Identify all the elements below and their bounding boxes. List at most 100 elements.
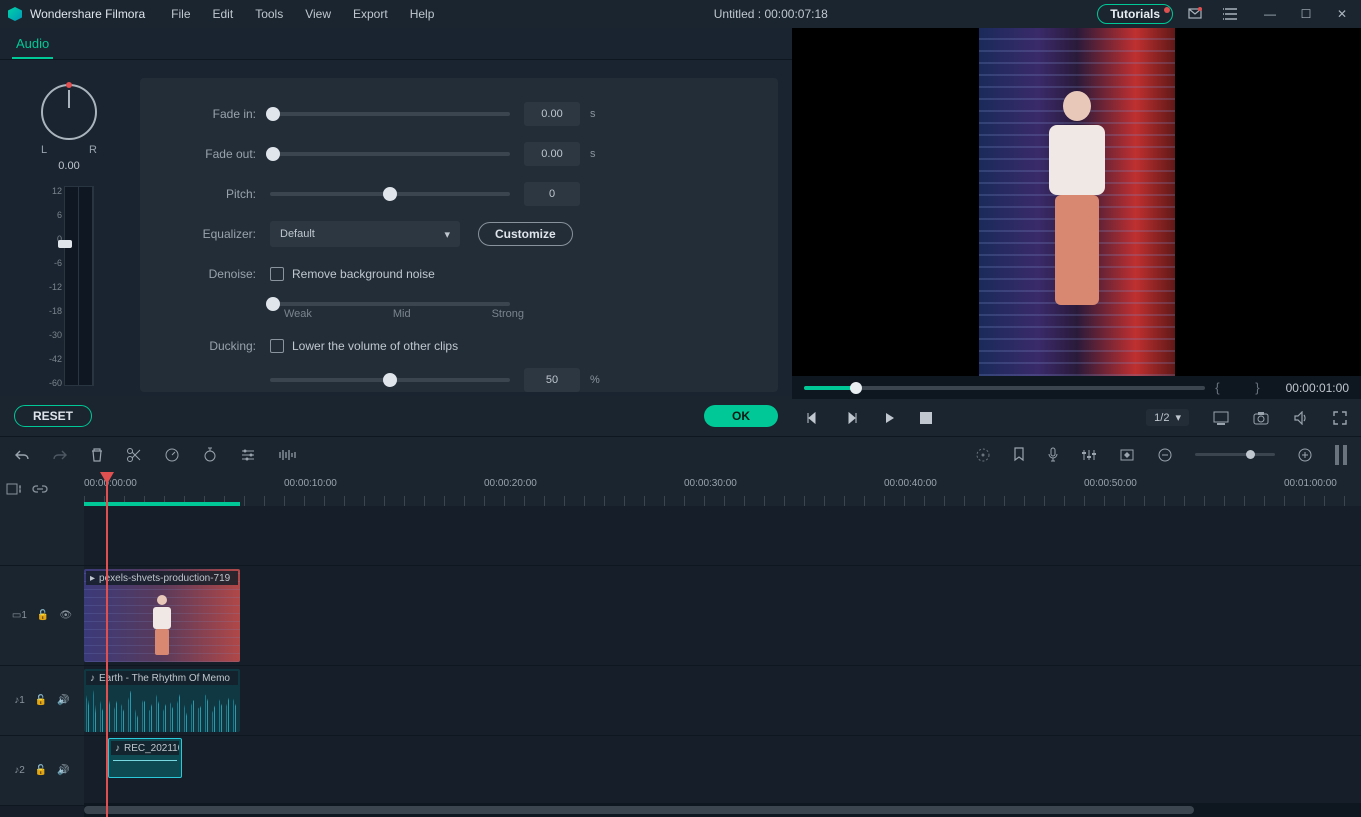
reset-button[interactable]: RESET <box>14 405 92 427</box>
preview-scrubber[interactable] <box>804 386 1205 390</box>
lock-icon[interactable]: 🔓 <box>37 610 49 621</box>
zoom-out-icon[interactable] <box>1157 447 1173 463</box>
mute-icon[interactable]: 🔊 <box>57 765 69 776</box>
music-note-icon: ♪ <box>115 743 120 754</box>
equalizer-select[interactable]: Default ▾ <box>270 221 460 247</box>
list-icon[interactable] <box>1223 7 1245 21</box>
redo-icon[interactable] <box>52 448 68 462</box>
marker-icon[interactable] <box>1013 447 1025 463</box>
video-track-1-head: ▭1 🔓 👁 <box>0 566 84 665</box>
mute-icon[interactable]: 🔊 <box>57 695 69 706</box>
denoise-checkbox-label: Remove background noise <box>292 267 435 281</box>
menu-view[interactable]: View <box>295 3 341 25</box>
volume-icon[interactable] <box>1293 411 1309 425</box>
split-icon[interactable] <box>126 447 142 463</box>
vu-meter <box>64 186 94 386</box>
volume-fader[interactable] <box>58 240 72 248</box>
pan-left-label: L <box>41 144 47 156</box>
stop-button[interactable] <box>920 412 932 424</box>
link-icon[interactable] <box>32 482 48 496</box>
project-title: Untitled : 00:00:07:18 <box>444 7 1097 21</box>
timeline: 00:00:00:00 00:00:10:00 00:00:20:00 00:0… <box>0 472 1361 817</box>
window-close-icon[interactable]: ✕ <box>1331 7 1353 21</box>
fade-in-label: Fade in: <box>140 107 270 121</box>
manage-tracks-icon[interactable] <box>6 482 22 496</box>
record-voiceover-icon[interactable] <box>1047 447 1059 463</box>
preview-viewport[interactable] <box>792 28 1361 376</box>
delete-icon[interactable] <box>90 447 104 463</box>
fade-out-value[interactable]: 0.00 <box>524 142 580 166</box>
fade-out-slider[interactable] <box>270 152 510 156</box>
timeline-zoom-slider[interactable] <box>1195 453 1275 456</box>
window-minimize-icon[interactable]: — <box>1259 7 1281 21</box>
music-note-icon: ♪ <box>90 673 95 684</box>
pitch-slider[interactable] <box>270 192 510 196</box>
visibility-icon[interactable]: 👁 <box>59 610 72 621</box>
ducking-label: Ducking: <box>140 339 270 353</box>
pitch-value[interactable]: 0 <box>524 182 580 206</box>
adjust-icon[interactable] <box>240 448 256 462</box>
ducking-slider[interactable] <box>270 378 510 382</box>
equalizer-label: Equalizer: <box>140 227 270 241</box>
fade-in-slider[interactable] <box>270 112 510 116</box>
denoise-checkbox[interactable] <box>270 267 284 281</box>
playhead[interactable] <box>106 472 108 817</box>
titlebar: Wondershare Filmora File Edit Tools View… <box>0 0 1361 28</box>
pitch-label: Pitch: <box>140 187 270 201</box>
preview-timecode: 00:00:01:00 <box>1286 381 1349 395</box>
audio-beats-icon[interactable] <box>278 448 296 462</box>
timeline-scrollbar[interactable] <box>84 803 1361 817</box>
render-preview-icon[interactable] <box>975 447 991 463</box>
preview-frame <box>979 28 1175 376</box>
undo-icon[interactable] <box>14 448 30 462</box>
audio-panel: Audio L R 0.00 1260-6-12-18-30-42-60 <box>0 28 792 436</box>
menu-help[interactable]: Help <box>400 3 445 25</box>
mixer-icon[interactable] <box>1081 448 1097 462</box>
chevron-down-icon: ▾ <box>444 228 450 241</box>
timeline-toolbar <box>0 436 1361 472</box>
denoise-slider[interactable] <box>270 302 510 306</box>
notifications-icon[interactable] <box>1187 6 1209 22</box>
fullscreen-icon[interactable] <box>1333 411 1347 425</box>
preview-panel: { } 00:00:01:00 1/2▾ <box>792 28 1361 436</box>
zoom-in-icon[interactable] <box>1297 447 1313 463</box>
tutorials-button[interactable]: Tutorials <box>1097 4 1173 24</box>
audio-track-icon: ♪1 <box>14 695 25 706</box>
preview-zoom-select[interactable]: 1/2▾ <box>1146 409 1189 426</box>
pan-right-label: R <box>89 144 97 156</box>
pan-dial[interactable] <box>41 84 97 140</box>
ducking-value[interactable]: 50 <box>524 368 580 392</box>
timeline-fit-icon[interactable] <box>1335 445 1347 465</box>
audio-clip-2[interactable]: ♪REC_202110 <box>108 738 182 778</box>
fade-out-label: Fade out: <box>140 147 270 161</box>
lock-icon[interactable]: 🔓 <box>35 695 47 706</box>
speed-icon[interactable] <box>164 447 180 463</box>
menu-export[interactable]: Export <box>343 3 398 25</box>
tab-audio[interactable]: Audio <box>12 30 53 59</box>
ok-button[interactable]: OK <box>704 405 778 427</box>
app-logo-icon <box>8 7 22 21</box>
crop-icon[interactable] <box>202 447 218 463</box>
vu-scale: 1260-6-12-18-30-42-60 <box>44 186 62 388</box>
customize-button[interactable]: Customize <box>478 222 573 246</box>
in-out-brackets[interactable]: { } <box>1215 380 1275 395</box>
snapshot-icon[interactable] <box>1253 411 1269 425</box>
audio-track-2-head: ♪2 🔓 🔊 <box>0 736 84 805</box>
menu-tools[interactable]: Tools <box>245 3 293 25</box>
pan-value: 0.00 <box>58 160 79 172</box>
lock-icon[interactable]: 🔓 <box>35 765 47 776</box>
playback-quality-icon[interactable] <box>1213 411 1229 425</box>
prev-frame-button[interactable] <box>806 411 820 425</box>
menu-file[interactable]: File <box>161 3 200 25</box>
play-icon: ▸ <box>90 573 95 584</box>
fade-in-value[interactable]: 0.00 <box>524 102 580 126</box>
next-frame-button[interactable] <box>844 411 858 425</box>
play-button[interactable] <box>882 411 896 425</box>
app-name: Wondershare Filmora <box>30 7 145 21</box>
window-maximize-icon[interactable]: ☐ <box>1295 7 1317 21</box>
keyframe-icon[interactable] <box>1119 448 1135 462</box>
timeline-ruler[interactable]: 00:00:00:00 00:00:10:00 00:00:20:00 00:0… <box>84 472 1361 506</box>
ducking-checkbox[interactable] <box>270 339 284 353</box>
audio-track-icon: ♪2 <box>14 765 25 776</box>
menu-edit[interactable]: Edit <box>203 3 244 25</box>
